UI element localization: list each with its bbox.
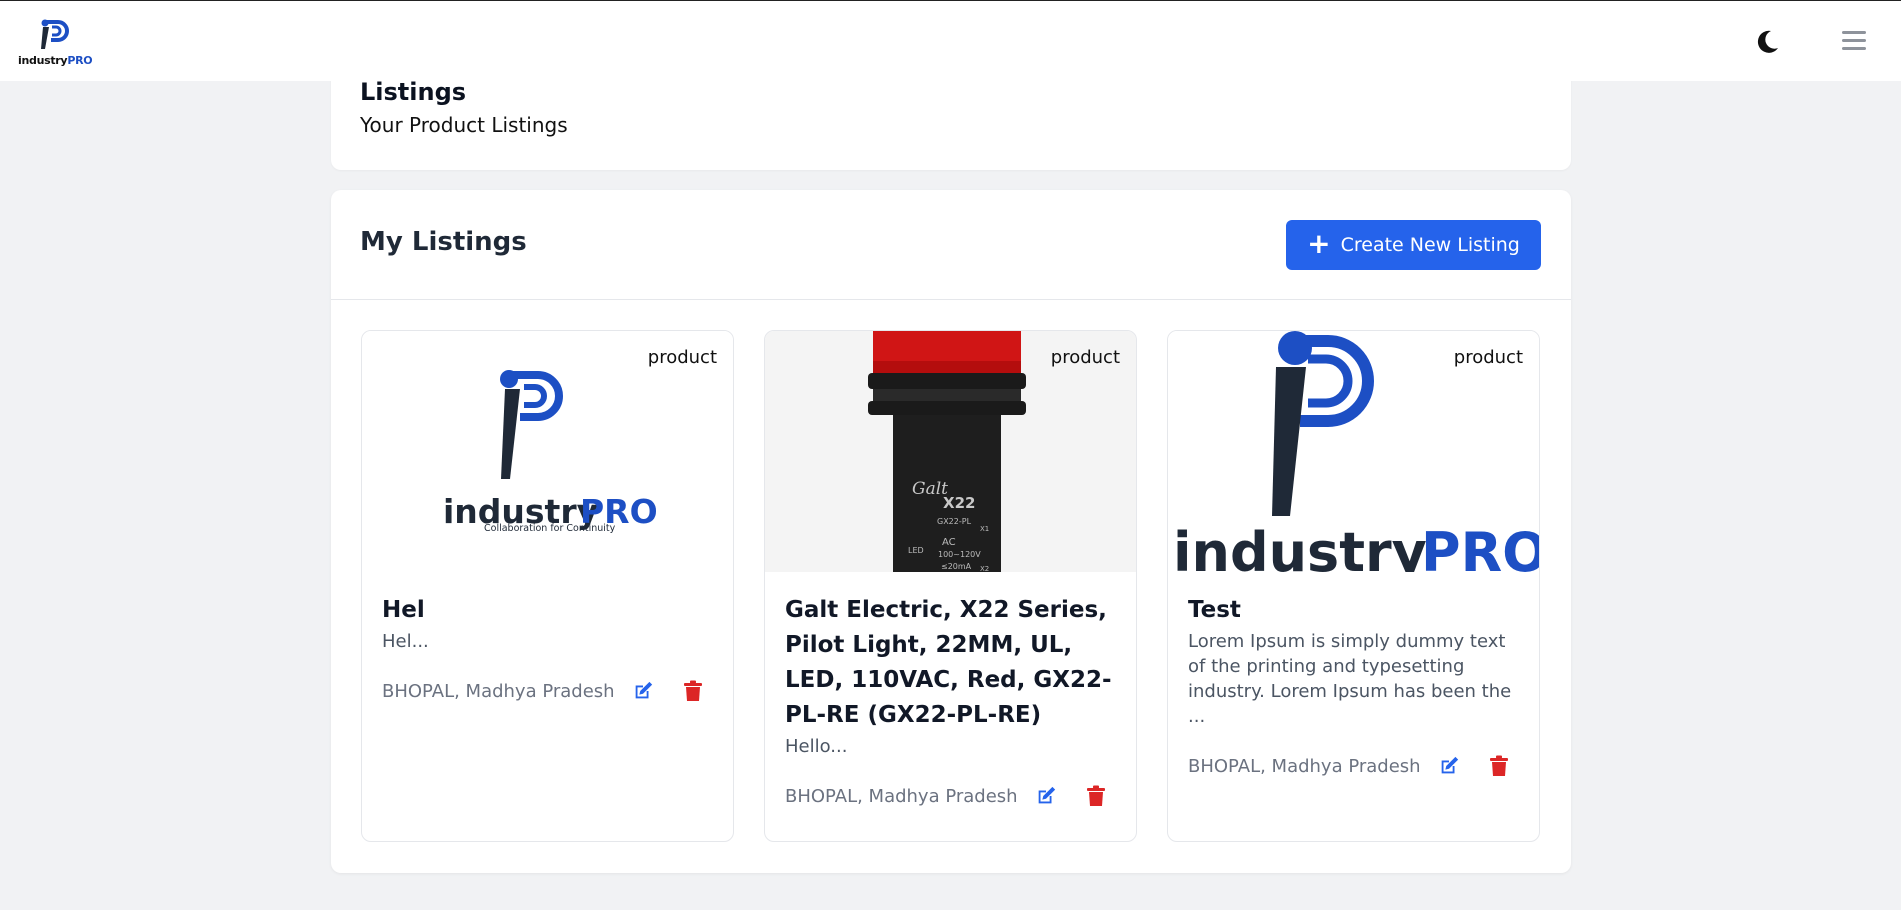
listing-location: BHOPAL, Madhya Pradesh	[785, 785, 1018, 807]
svg-text:100~120V: 100~120V	[938, 550, 981, 559]
listing-type-badge: product	[647, 347, 717, 368]
listing-card[interactable]: industry PRO Collaboration for Continuit…	[361, 330, 734, 842]
svg-text:PRO: PRO	[1421, 521, 1540, 572]
edit-icon[interactable]	[632, 680, 654, 702]
create-new-listing-label: Create New Listing	[1340, 234, 1520, 256]
svg-text:GX22-PL: GX22-PL	[937, 517, 972, 526]
listing-description: Hel...	[382, 631, 429, 652]
brand-logo[interactable]: industryPRO	[18, 15, 100, 71]
trash-icon[interactable]	[1086, 785, 1106, 807]
svg-text:LED: LED	[908, 546, 924, 555]
listing-card[interactable]: Galt X22 GX22-PL X1 AC 100~120V LED ≤20m…	[764, 330, 1137, 842]
page-subtitle: Your Product Listings	[360, 113, 568, 137]
brand-logo-mark	[41, 19, 69, 49]
listing-image: industry PRO product	[1168, 331, 1540, 572]
trash-icon[interactable]	[683, 680, 703, 702]
edit-icon[interactable]	[1035, 785, 1057, 807]
listing-location: BHOPAL, Madhya Pradesh	[382, 680, 615, 702]
listing-type-badge: product	[1453, 347, 1523, 368]
create-new-listing-button[interactable]: + Create New Listing	[1286, 220, 1541, 270]
listing-card[interactable]: industry PRO product Test Lorem Ipsum is…	[1167, 330, 1540, 842]
edit-icon[interactable]	[1438, 755, 1460, 777]
moon-icon[interactable]	[1752, 27, 1782, 57]
listing-description: Hello...	[785, 736, 848, 757]
listing-description: Lorem Ipsum is simply dummy text of the …	[1188, 631, 1512, 727]
trash-icon[interactable]	[1489, 755, 1509, 777]
listing-title[interactable]: Test	[1188, 593, 1523, 628]
listing-title[interactable]: Galt Electric, X22 Series, Pilot Light, …	[785, 593, 1120, 733]
listing-location: BHOPAL, Madhya Pradesh	[1188, 755, 1421, 777]
listing-image: Galt X22 GX22-PL X1 AC 100~120V LED ≤20m…	[765, 331, 1136, 572]
listing-type-badge: product	[1050, 347, 1120, 368]
svg-text:X2: X2	[980, 565, 989, 572]
svg-text:X22: X22	[943, 494, 975, 512]
page-title: Listings	[360, 78, 467, 106]
my-listings-title: My Listings	[360, 227, 527, 257]
brand-wordmark: industryPRO	[18, 54, 93, 67]
svg-text:Collaboration for Continuity: Collaboration for Continuity	[484, 523, 616, 534]
listing-image: industry PRO Collaboration for Continuit…	[362, 331, 733, 572]
svg-text:industry: industry	[1173, 521, 1427, 572]
svg-text:≤20mA: ≤20mA	[941, 562, 972, 571]
listing-title[interactable]: Hel	[382, 593, 717, 628]
hamburger-icon[interactable]	[1842, 31, 1866, 53]
my-listings-panel: My Listings + Create New Listing industr…	[331, 190, 1571, 873]
my-listings-header: My Listings + Create New Listing	[331, 190, 1571, 300]
navbar: industryPRO	[0, 1, 1901, 81]
svg-text:AC: AC	[942, 537, 956, 548]
svg-text:X1: X1	[980, 525, 989, 533]
plus-icon: +	[1307, 226, 1331, 260]
